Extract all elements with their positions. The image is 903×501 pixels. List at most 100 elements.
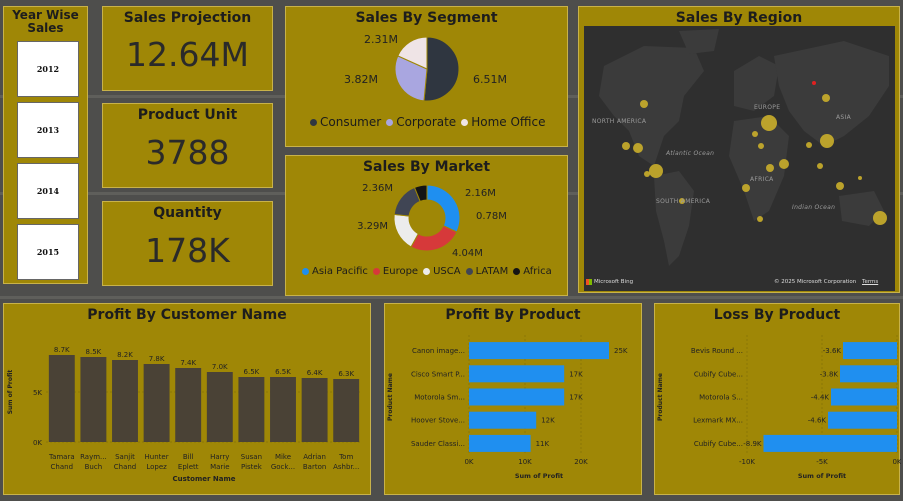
legend-item-usca[interactable]: USCA	[423, 266, 461, 277]
bar[interactable]	[828, 411, 897, 429]
map-bubble[interactable]	[761, 115, 777, 131]
legend-item-latam[interactable]: LATAM	[465, 266, 509, 277]
data-label: 8.2K	[117, 351, 133, 359]
legend-item-asia-pacific[interactable]: Asia Pacific	[302, 266, 368, 277]
map-bubble[interactable]	[633, 143, 643, 153]
bar[interactable]	[301, 378, 328, 442]
map-bubble[interactable]	[836, 182, 844, 190]
map-bubble[interactable]	[873, 211, 887, 225]
kpi-value: 178K	[145, 231, 230, 270]
bar[interactable]	[469, 365, 565, 383]
data-label: -3.8K	[820, 370, 839, 378]
bar[interactable]	[112, 360, 138, 442]
y-tick-label: Cisco Smart P...	[411, 370, 465, 378]
y-tick-label: Motorola Sm...	[414, 394, 465, 402]
slice-asia-pacific[interactable]	[426, 184, 461, 233]
map-bubble[interactable]	[822, 94, 830, 102]
south-america-land	[654, 171, 694, 266]
north-america-land	[599, 46, 704, 166]
map-bubble[interactable]	[640, 100, 648, 108]
map-bubble[interactable]	[757, 216, 763, 222]
slice-europe[interactable]	[410, 224, 458, 252]
map-bubble-highlight[interactable]	[812, 81, 816, 85]
y-tick-label: Cubify Cube...	[694, 370, 743, 378]
map-bubble[interactable]	[752, 131, 758, 137]
legend-item-consumer[interactable]: Consumer	[310, 115, 381, 129]
bar[interactable]	[469, 388, 565, 406]
bar[interactable]	[48, 355, 75, 442]
bar[interactable]	[831, 388, 897, 406]
market-label-asia-pacific: 4.04M	[452, 248, 483, 259]
y-tick-label: Cubify Cube...	[694, 440, 743, 448]
data-label: 7.8K	[149, 355, 165, 363]
data-label: -4.4K	[811, 394, 830, 402]
map-bubble[interactable]	[742, 184, 750, 192]
world-map[interactable]: NORTH AMERICA EUROPE ASIA Atlantic Ocean…	[584, 26, 895, 291]
map-copyright: © 2025 Microsoft Corporation Terms	[774, 279, 878, 285]
x-tick-label: Harry	[210, 453, 229, 461]
bar[interactable]	[175, 368, 202, 442]
bar[interactable]	[80, 357, 107, 442]
year-button-2012[interactable]: 2012	[17, 41, 79, 97]
data-label: 11K	[536, 440, 550, 448]
x-tick-label: Buch	[85, 463, 103, 471]
y-tick-label: Hoover Stove...	[411, 417, 465, 425]
x-tick-label: 0K	[464, 458, 473, 466]
market-label-latam: 2.16M	[465, 188, 496, 199]
legend-item-europe[interactable]: Europe	[372, 266, 418, 277]
profit-by-product-card: Profit By Product 0K 10K 20K Canon image...…	[384, 303, 642, 495]
map-bubble[interactable]	[622, 142, 630, 150]
bar[interactable]	[206, 372, 233, 442]
x-tick-label: Raym...	[80, 453, 107, 461]
loss-product-bar-chart: -10K -5K 0K Bevis Round ... -3.6K Cubify Cube…	[657, 335, 901, 480]
market-label-usca: 2.36M	[362, 183, 393, 194]
map-bubble[interactable]	[817, 163, 823, 169]
data-label: 6.3K	[338, 370, 354, 378]
bar[interactable]	[840, 365, 897, 383]
legend-label: Africa	[523, 266, 552, 277]
map-bubble[interactable]	[649, 164, 663, 178]
map-bubble[interactable]	[779, 159, 789, 169]
data-label: -3.6K	[823, 347, 842, 355]
year-slicer: Year Wise Sales 2012 2013 2014 2015	[3, 6, 88, 284]
x-axis-label: Sum of Profit	[798, 472, 846, 480]
slice-consumer[interactable]	[423, 36, 460, 102]
map-label-north-america: NORTH AMERICA	[592, 118, 647, 125]
bar[interactable]	[469, 342, 609, 360]
bar[interactable]	[469, 411, 537, 429]
map-bubble[interactable]	[758, 143, 764, 149]
map-bubble[interactable]	[820, 134, 834, 148]
year-button-2013[interactable]: 2013	[17, 102, 79, 158]
bar[interactable]	[333, 379, 360, 442]
bar[interactable]	[763, 434, 898, 452]
data-label: 25K	[614, 347, 628, 355]
map-label-indian-ocean: Indian Ocean	[792, 204, 836, 211]
terms-link[interactable]: Terms	[862, 279, 878, 285]
map-bubble[interactable]	[858, 176, 862, 180]
chart-title-text: Profit By Customer Name	[87, 307, 287, 323]
bar[interactable]	[238, 377, 265, 442]
sales-by-region-card: Sales By Region NORTH AMERICA EUROPE ASI…	[578, 6, 900, 293]
bing-attribution: Microsoft Bing	[586, 279, 633, 285]
map-bubble[interactable]	[766, 164, 774, 172]
map-label-asia: ASIA	[836, 114, 851, 121]
kpi-value: 3788	[145, 133, 230, 172]
bar[interactable]	[843, 342, 897, 360]
bar[interactable]	[143, 364, 170, 442]
legend-item-corporate[interactable]: Corporate	[386, 115, 456, 129]
map-bubble[interactable]	[644, 171, 650, 177]
year-button-2014[interactable]: 2014	[17, 163, 79, 219]
segment-legend: Consumer Corporate Home Office	[310, 115, 550, 129]
y-axis-label: Product Name	[387, 373, 394, 421]
legend-item-africa[interactable]: Africa	[513, 266, 552, 277]
map-bubble[interactable]	[806, 142, 812, 148]
bar[interactable]	[469, 434, 531, 452]
legend-label: LATAM	[475, 266, 509, 277]
legend-item-home-office[interactable]: Home Office	[461, 115, 545, 129]
y-tick-label: 0K	[33, 439, 42, 447]
x-tick-label: -5K	[816, 458, 828, 466]
x-tick-label: Eplett	[178, 463, 199, 471]
year-button-2015[interactable]: 2015	[17, 224, 79, 280]
y-tick-label: 5K	[33, 389, 42, 397]
bar[interactable]	[270, 377, 296, 442]
